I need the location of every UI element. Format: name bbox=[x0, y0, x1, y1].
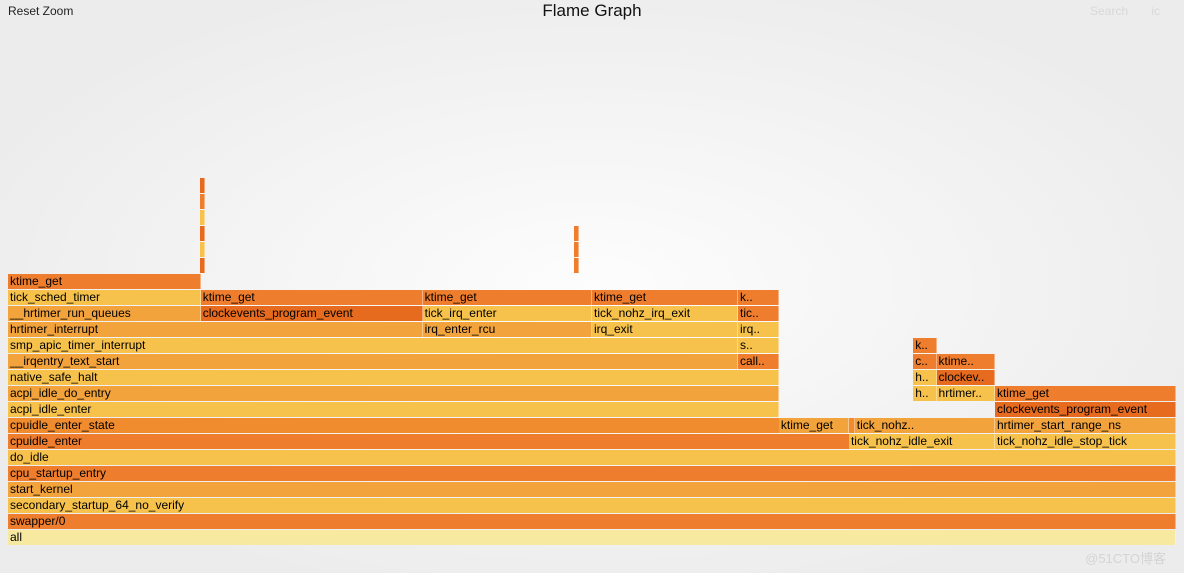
flame-frame[interactable]: ktime.. bbox=[937, 354, 995, 369]
flame-frame[interactable] bbox=[574, 242, 579, 257]
flame-frame[interactable]: tick_irq_enter bbox=[423, 306, 592, 321]
flame-frame[interactable] bbox=[200, 178, 205, 193]
flame-frame[interactable]: ktime_get bbox=[995, 386, 1176, 401]
flame-frame[interactable]: cpuidle_enter bbox=[8, 434, 855, 449]
flame-frame[interactable]: k.. bbox=[738, 290, 779, 305]
flame-frame[interactable]: acpi_idle_do_entry bbox=[8, 386, 779, 401]
flame-frame[interactable]: ktime_get bbox=[779, 418, 849, 433]
flame-frame[interactable]: tick_nohz_irq_exit bbox=[592, 306, 738, 321]
flame-frame[interactable] bbox=[574, 226, 579, 241]
flame-frame[interactable]: __hrtimer_run_queues bbox=[8, 306, 201, 321]
flame-frame[interactable]: tick_nohz_idle_exit bbox=[849, 434, 995, 449]
flame-graph-canvas[interactable]: allswapper/0secondary_startup_64_no_veri… bbox=[8, 177, 1176, 545]
flame-frame[interactable]: tick_nohz.. bbox=[855, 418, 995, 433]
flame-frame[interactable]: k.. bbox=[913, 338, 936, 353]
flame-frame[interactable]: tick_nohz_idle_stop_tick bbox=[995, 434, 1176, 449]
page-title: Flame Graph bbox=[0, 1, 1184, 21]
flame-frame[interactable]: ktime_get bbox=[592, 290, 738, 305]
flame-frame[interactable]: hrtimer_interrupt bbox=[8, 322, 423, 337]
flame-frame[interactable]: __irqentry_text_start bbox=[8, 354, 738, 369]
flame-frame[interactable]: ktime_get bbox=[423, 290, 592, 305]
flame-frame[interactable]: ktime_get bbox=[8, 274, 201, 289]
flame-frame[interactable]: tic.. bbox=[738, 306, 779, 321]
flame-frame[interactable]: tick_sched_timer bbox=[8, 290, 201, 305]
flame-frame[interactable]: clockevents_program_event bbox=[995, 402, 1176, 417]
flame-frame[interactable]: native_safe_halt bbox=[8, 370, 779, 385]
flame-frame[interactable]: h.. bbox=[913, 386, 936, 401]
flame-frame[interactable]: smp_apic_timer_interrupt bbox=[8, 338, 738, 353]
ic-link[interactable]: ic bbox=[1151, 4, 1160, 18]
watermark: @51CTO博客 bbox=[1085, 548, 1166, 567]
flame-frame[interactable]: clockevents_program_event bbox=[201, 306, 423, 321]
flame-frame[interactable] bbox=[200, 226, 205, 241]
flame-frame[interactable]: ktime_get bbox=[201, 290, 423, 305]
flame-frame[interactable]: hrtimer_start_range_ns bbox=[995, 418, 1176, 433]
flame-frame[interactable]: start_kernel bbox=[8, 482, 1176, 497]
flame-frame[interactable]: s.. bbox=[738, 338, 779, 353]
flame-frame[interactable]: cpuidle_enter_state bbox=[8, 418, 855, 433]
flame-frame[interactable] bbox=[574, 258, 579, 273]
flame-frame[interactable]: secondary_startup_64_no_verify bbox=[8, 498, 1176, 513]
flame-frame[interactable]: call.. bbox=[738, 354, 779, 369]
flame-frame[interactable]: h.. bbox=[913, 370, 936, 385]
search-link[interactable]: Search bbox=[1090, 4, 1128, 18]
flame-frame[interactable]: irq.. bbox=[738, 322, 779, 337]
flame-frame[interactable]: irq_exit bbox=[592, 322, 738, 337]
flame-frame[interactable] bbox=[200, 242, 205, 257]
flame-frame[interactable]: clockev.. bbox=[937, 370, 995, 385]
flame-frame[interactable] bbox=[200, 210, 205, 225]
flame-frame[interactable]: irq_enter_rcu bbox=[423, 322, 592, 337]
flame-frame[interactable]: hrtimer.. bbox=[937, 386, 995, 401]
flame-frame[interactable]: acpi_idle_enter bbox=[8, 402, 779, 417]
flame-frame[interactable] bbox=[200, 194, 205, 209]
flame-frame[interactable]: c.. bbox=[913, 354, 936, 369]
flame-frame[interactable]: all bbox=[8, 530, 1176, 545]
flame-frame[interactable]: cpu_startup_entry bbox=[8, 466, 1176, 481]
flame-frame[interactable] bbox=[200, 258, 205, 273]
flame-frame[interactable]: swapper/0 bbox=[8, 514, 1176, 529]
flame-frame[interactable]: do_idle bbox=[8, 450, 1176, 465]
